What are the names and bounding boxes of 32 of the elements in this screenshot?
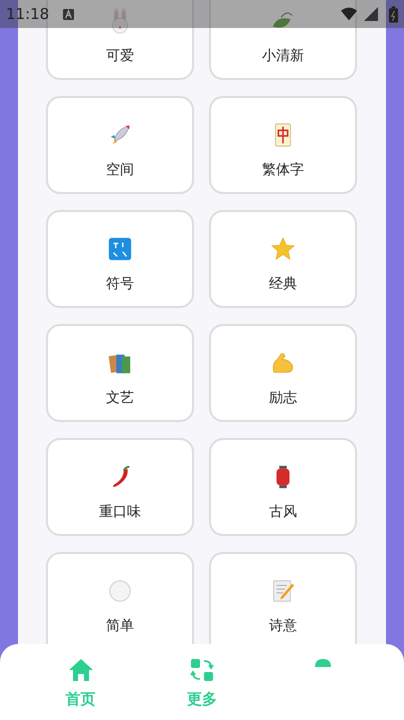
category-card[interactable]: 繁体字 — [209, 96, 357, 194]
category-card[interactable]: 经典 — [209, 210, 357, 308]
category-label: 小清新 — [262, 47, 304, 65]
category-card[interactable]: 简单 — [46, 552, 194, 644]
battery-icon — [389, 6, 398, 22]
swap-icon — [188, 656, 216, 684]
category-label: 励志 — [269, 389, 297, 407]
category-label: 可爱 — [106, 47, 134, 65]
category-card[interactable]: 符号 — [46, 210, 194, 308]
notification-icon — [63, 8, 74, 20]
category-label: 简单 — [106, 617, 134, 635]
category-label: 经典 — [269, 275, 297, 293]
category-label: 空间 — [106, 161, 134, 179]
category-label: 重口味 — [99, 503, 141, 521]
home-icon — [66, 656, 95, 684]
category-card[interactable]: 励志 — [209, 324, 357, 422]
category-label: 古风 — [269, 503, 297, 521]
category-label: 符号 — [106, 275, 134, 293]
category-card[interactable]: 小清新 — [209, 0, 357, 80]
category-label: 诗意 — [269, 617, 297, 635]
category-card[interactable]: 文艺 — [46, 324, 194, 422]
signal-icon — [363, 7, 379, 21]
category-label: 繁体字 — [262, 161, 304, 179]
category-label: 文艺 — [106, 389, 134, 407]
category-card[interactable]: 重口味 — [46, 438, 194, 536]
category-card[interactable]: 古风 — [209, 438, 357, 536]
category-card[interactable]: 空间 — [46, 96, 194, 194]
star-icon — [270, 236, 296, 262]
symbols-icon — [107, 236, 133, 262]
wifi-icon — [341, 7, 357, 21]
category-card[interactable]: 诗意 — [209, 552, 357, 644]
circle-icon — [107, 578, 133, 604]
